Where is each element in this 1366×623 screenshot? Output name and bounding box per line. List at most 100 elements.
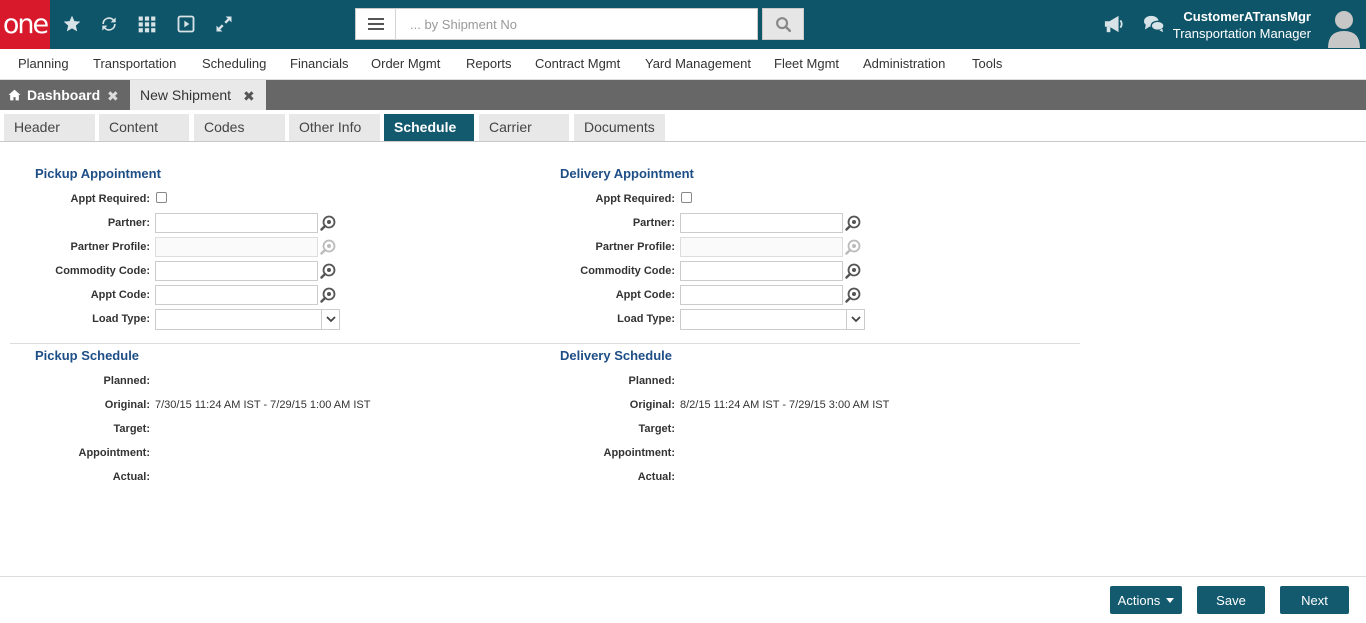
user-name[interactable]: CustomerATransMgr	[1183, 9, 1311, 24]
pickup-appointment-title: Pickup Appointment	[35, 166, 161, 181]
delivery-partner-profile-field[interactable]	[680, 237, 843, 257]
subtab-documents[interactable]: Documents	[574, 114, 665, 141]
delivery-appt-required-checkbox[interactable]	[681, 192, 692, 203]
subtab-codes[interactable]: Codes	[194, 114, 285, 141]
menu-tools[interactable]: Tools	[972, 56, 1002, 71]
menu-financials[interactable]: Financials	[290, 56, 349, 71]
subtab-schedule[interactable]: Schedule	[384, 114, 474, 141]
one-logo[interactable]: one	[0, 0, 50, 49]
actions-button[interactable]: Actions	[1110, 586, 1182, 614]
pickup-partner-profile-field[interactable]	[155, 237, 318, 257]
menu-order-mgmt[interactable]: Order Mgmt	[371, 56, 440, 71]
pickup-planned-label: Planned:	[103, 375, 150, 387]
pickup-load-type-label: Load Type:	[92, 313, 150, 325]
pickup-partner-profile-label: Partner Profile:	[70, 241, 150, 253]
pickup-appt-code-field[interactable]	[155, 285, 318, 305]
subtab-other-info[interactable]: Other Info	[289, 114, 380, 141]
tab-new-shipment[interactable]: New Shipment ✖	[130, 80, 266, 110]
main-menu: Planning Transportation Scheduling Finan…	[0, 49, 1366, 80]
menu-yard-management[interactable]: Yard Management	[645, 56, 751, 71]
delivery-partner-label: Partner:	[632, 217, 675, 229]
chevron-down-icon	[321, 310, 339, 329]
megaphone-icon[interactable]	[1102, 12, 1126, 36]
delivery-load-type-select[interactable]	[680, 309, 865, 330]
sub-tabs: Header Content Codes Other Info Schedule…	[0, 110, 1366, 142]
delivery-partner-field[interactable]	[680, 213, 843, 233]
pickup-target-label: Target:	[113, 423, 150, 435]
search-box	[355, 8, 758, 40]
search-input[interactable]	[397, 9, 757, 39]
menu-administration[interactable]: Administration	[863, 56, 945, 71]
chat-icon[interactable]	[1142, 12, 1166, 36]
subtab-header[interactable]: Header	[4, 114, 95, 141]
pickup-appt-required-checkbox[interactable]	[156, 192, 167, 203]
search-button[interactable]	[762, 8, 804, 40]
search-menu-icon[interactable]	[356, 9, 396, 39]
delivery-actual-label: Actual:	[637, 471, 675, 483]
delivery-commodity-code-label: Commodity Code:	[580, 265, 675, 277]
expand-icon[interactable]	[212, 12, 236, 36]
lookup-icon[interactable]	[845, 215, 861, 231]
menu-contract-mgmt[interactable]: Contract Mgmt	[535, 56, 620, 71]
lookup-icon[interactable]	[320, 239, 336, 255]
delivery-original-value: 8/2/15 11:24 AM IST - 7/29/15 3:00 AM IS…	[680, 399, 890, 411]
close-icon[interactable]: ✖	[243, 88, 255, 105]
delivery-appt-code-field[interactable]	[680, 285, 843, 305]
refresh-icon[interactable]	[97, 12, 121, 36]
pickup-appt-required-label: Appt Required:	[70, 193, 150, 205]
pickup-commodity-code-field[interactable]	[155, 261, 318, 281]
pickup-load-type-select[interactable]	[155, 309, 340, 330]
tab-new-shipment-label: New Shipment	[140, 87, 232, 103]
menu-fleet-mgmt[interactable]: Fleet Mgmt	[774, 56, 839, 71]
lookup-icon[interactable]	[320, 263, 336, 279]
delivery-target-label: Target:	[638, 423, 675, 435]
delivery-appointment-title: Delivery Appointment	[560, 166, 694, 181]
menu-transportation[interactable]: Transportation	[93, 56, 176, 71]
pickup-original-value: 7/30/15 11:24 AM IST - 7/29/15 1:00 AM I…	[155, 399, 371, 411]
delivery-appointment-label: Appointment:	[603, 447, 675, 459]
menu-scheduling[interactable]: Scheduling	[202, 56, 266, 71]
search-icon	[775, 16, 791, 32]
delivery-partner-profile-label: Partner Profile:	[595, 241, 675, 253]
pickup-original-label: Original:	[104, 399, 150, 411]
menu-reports[interactable]: Reports	[466, 56, 512, 71]
lookup-icon[interactable]	[320, 287, 336, 303]
save-button[interactable]: Save	[1197, 586, 1265, 614]
pickup-partner-field[interactable]	[155, 213, 318, 233]
close-icon[interactable]: ✖	[107, 88, 119, 105]
pickup-schedule-title: Pickup Schedule	[35, 348, 140, 363]
delivery-appt-required-label: Appt Required:	[595, 193, 675, 205]
avatar[interactable]	[1327, 8, 1361, 48]
pickup-commodity-code-label: Commodity Code:	[55, 265, 150, 277]
delivery-schedule-title: Delivery Schedule	[560, 348, 672, 363]
page-tabs: Dashboard ✖ New Shipment ✖	[0, 80, 1366, 110]
tab-dashboard-label: Dashboard	[27, 87, 101, 103]
menu-planning[interactable]: Planning	[18, 56, 69, 71]
lookup-icon[interactable]	[845, 239, 861, 255]
delivery-load-type-label: Load Type:	[617, 313, 675, 325]
caret-down-icon	[1166, 597, 1175, 603]
delivery-appt-code-label: Appt Code:	[615, 289, 675, 301]
subtab-carrier[interactable]: Carrier	[479, 114, 569, 141]
pickup-appointment-label: Appointment:	[78, 447, 150, 459]
pickup-appt-code-label: Appt Code:	[90, 289, 150, 301]
chevron-down-icon	[846, 310, 864, 329]
user-role: Transportation Manager	[1172, 26, 1311, 41]
apps-grid-icon[interactable]	[135, 12, 159, 36]
lookup-icon[interactable]	[320, 215, 336, 231]
delivery-original-label: Original:	[629, 399, 675, 411]
home-icon	[8, 89, 21, 101]
tab-dashboard[interactable]: Dashboard ✖	[0, 80, 130, 110]
lookup-icon[interactable]	[845, 263, 861, 279]
delivery-planned-label: Planned:	[628, 375, 675, 387]
section-divider	[10, 343, 1080, 344]
subtab-content[interactable]: Content	[99, 114, 189, 141]
footer-divider	[0, 576, 1366, 577]
top-bar: one CustomerATransMgr Transportation Man…	[0, 0, 1366, 49]
play-icon[interactable]	[174, 12, 198, 36]
next-button[interactable]: Next	[1280, 586, 1349, 614]
star-icon[interactable]	[60, 12, 84, 36]
lookup-icon[interactable]	[845, 287, 861, 303]
delivery-commodity-code-field[interactable]	[680, 261, 843, 281]
actions-button-label: Actions	[1117, 592, 1161, 608]
